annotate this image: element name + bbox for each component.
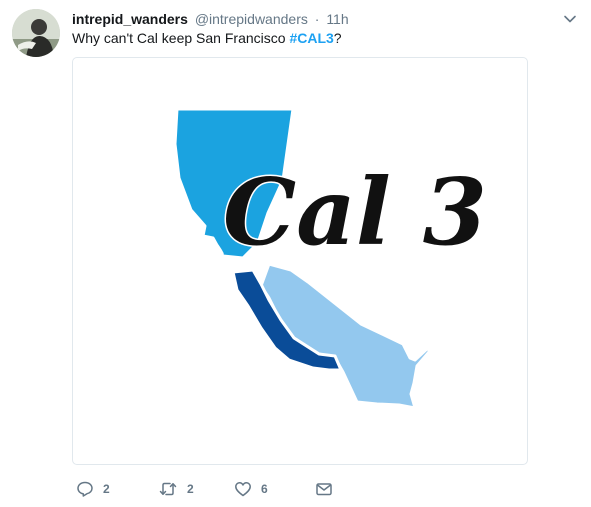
hashtag-link[interactable]: #CAL3 bbox=[289, 30, 333, 46]
tweet-header: intrepid_wanders @intrepidwanders · 11h bbox=[72, 9, 349, 29]
tweet-text-end: ? bbox=[333, 30, 342, 46]
envelope-icon bbox=[316, 483, 332, 496]
avatar[interactable] bbox=[12, 9, 60, 57]
tweet-actions: 2 2 6 bbox=[72, 477, 372, 501]
reply-count: 2 bbox=[103, 482, 110, 496]
tweet-text: Why can't Cal keep San Francisco #CAL3? bbox=[72, 29, 342, 48]
retweet-icon bbox=[159, 482, 177, 496]
tweet: intrepid_wanders @intrepidwanders · 11h … bbox=[0, 0, 591, 507]
user-handle[interactable]: @intrepidwanders bbox=[195, 11, 308, 27]
reply-button[interactable]: 2 bbox=[76, 477, 110, 501]
timestamp[interactable]: 11h bbox=[326, 11, 348, 27]
california-map-graphic: Cal 3 bbox=[173, 107, 488, 410]
direct-message-button[interactable] bbox=[315, 477, 333, 501]
media-image[interactable]: Cal 3 bbox=[72, 57, 528, 465]
heart-icon bbox=[235, 482, 251, 497]
retweet-button[interactable]: 2 bbox=[158, 477, 194, 501]
like-button[interactable]: 6 bbox=[234, 477, 268, 501]
more-options-chevron-icon[interactable] bbox=[563, 12, 577, 26]
display-name[interactable]: intrepid_wanders bbox=[72, 11, 188, 27]
avatar-image bbox=[12, 9, 60, 57]
reply-icon bbox=[77, 481, 93, 497]
tweet-text-body: Why can't Cal keep San Francisco bbox=[72, 30, 290, 46]
retweet-count: 2 bbox=[187, 482, 194, 496]
like-count: 6 bbox=[261, 482, 268, 496]
cal-3-lettering: Cal 3 bbox=[223, 158, 487, 266]
separator-dot: · bbox=[314, 11, 320, 27]
